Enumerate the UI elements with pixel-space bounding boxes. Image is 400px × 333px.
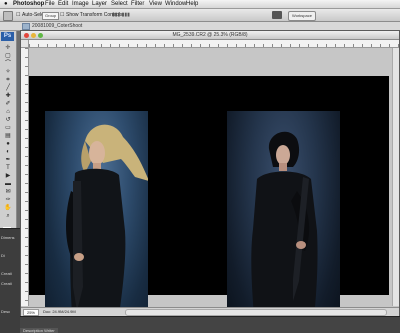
menu-bar: ● Photoshop File Edit Image Layer Select…: [0, 0, 400, 9]
gradient-icon-glyph: ▤: [5, 132, 11, 139]
healing-icon-glyph: ✚: [5, 92, 11, 99]
horizontal-ruler[interactable]: [29, 40, 399, 48]
file-path-label[interactable]: 20081009_CoterShoot: [32, 22, 82, 30]
auto-select-checkbox[interactable]: ☐: [16, 9, 20, 21]
minimize-window-icon[interactable]: [31, 33, 36, 38]
menu-app-name[interactable]: Photoshop: [13, 0, 44, 8]
zoom-level-field[interactable]: 25%: [23, 309, 39, 316]
menu-view[interactable]: View: [149, 0, 162, 8]
zoom-window-icon[interactable]: [38, 33, 43, 38]
path-select-icon-glyph: ▶: [5, 172, 11, 179]
healing-icon[interactable]: ✚: [3, 92, 13, 100]
eyedropper-icon-glyph: ✑: [5, 196, 11, 203]
dodge-icon[interactable]: ◐: [3, 148, 13, 156]
close-window-icon[interactable]: [24, 33, 29, 38]
history-brush-icon-glyph: ↺: [5, 116, 11, 123]
menu-help[interactable]: Help: [186, 0, 198, 8]
shape-icon[interactable]: ▬: [3, 180, 13, 188]
document-size-info[interactable]: Doc: 24.9M/24.9M: [43, 308, 76, 316]
document-window: MG_2539.CR2 @ 25.3% (RGB/8) 25% Doc: 24.…: [20, 30, 400, 330]
crop-icon-glyph: ⌗: [6, 76, 10, 83]
zoom-icon-glyph: ⌕: [6, 212, 10, 219]
document-title: MG_2539.CR2 @ 25.3% (RGB/8): [172, 32, 248, 38]
move-tool-preset-icon[interactable]: [3, 11, 13, 21]
pen-icon-glyph: ✒: [5, 156, 11, 163]
move-icon-glyph: ✛: [5, 44, 11, 51]
panel-label-creator-2[interactable]: Creati: [1, 281, 12, 286]
image-canvas[interactable]: [29, 76, 389, 330]
eyedropper-icon[interactable]: ✑: [3, 196, 13, 204]
stamp-icon[interactable]: ⌂: [3, 108, 13, 116]
vertical-ruler[interactable]: [21, 48, 29, 306]
type-icon-glyph: T: [6, 164, 10, 171]
horizontal-scrollbar[interactable]: [125, 309, 387, 316]
woman-dark-hair-figure-icon: [251, 131, 318, 330]
pen-icon[interactable]: ✒: [3, 156, 13, 164]
move-icon[interactable]: ✛: [3, 44, 13, 52]
workspace-icon[interactable]: [272, 11, 282, 19]
menu-edit[interactable]: Edit: [58, 0, 68, 8]
photoshop-logo-icon: Ps: [1, 32, 14, 41]
magic-wand-icon-glyph: ✧: [5, 68, 11, 75]
align-icons[interactable]: ▮▮▮ ▮▮▮: [112, 9, 130, 21]
left-panel-dock: Dimens Di Creati Creati Desc: [0, 228, 20, 333]
shape-icon-glyph: ▬: [5, 180, 11, 187]
marquee-icon[interactable]: ▢: [3, 52, 13, 60]
magic-wand-icon[interactable]: ✧: [3, 68, 13, 76]
lasso-icon[interactable]: ⌒: [3, 60, 13, 68]
notes-icon[interactable]: ✉: [3, 188, 13, 196]
show-transform-checkbox[interactable]: ☐: [60, 9, 64, 21]
notes-icon-glyph: ✉: [5, 188, 11, 195]
menu-image[interactable]: Image: [72, 0, 89, 8]
brush-icon-glyph: ✐: [5, 100, 11, 107]
blur-icon-glyph: ●: [6, 140, 10, 147]
stamp-icon-glyph: ⌂: [6, 108, 10, 115]
ruler-origin[interactable]: [21, 40, 29, 48]
history-brush-icon[interactable]: ↺: [3, 116, 13, 124]
zoom-icon[interactable]: ⌕: [3, 212, 13, 220]
brush-icon[interactable]: ✐: [3, 100, 13, 108]
lasso-icon-glyph: ⌒: [4, 60, 11, 67]
options-bar: ☐ Auto-Select Group ☐ Show Transform Con…: [0, 9, 400, 22]
menu-select[interactable]: Select: [111, 0, 128, 8]
marquee-icon-glyph: ▢: [5, 52, 11, 59]
gradient-icon[interactable]: ▤: [3, 132, 13, 140]
auto-select-dropdown[interactable]: Group: [42, 12, 60, 20]
photo-woman-blonde: [45, 111, 148, 330]
bottom-panel-strip: Description Writer: [20, 316, 400, 333]
panel-label-creator-1[interactable]: Creati: [1, 271, 12, 276]
woman-blonde-figure-icon: [66, 124, 148, 330]
menu-window[interactable]: Window: [165, 0, 186, 8]
type-icon[interactable]: T: [3, 164, 13, 172]
panel-label-di[interactable]: Di: [1, 253, 5, 258]
panel-label-description[interactable]: Desc: [1, 309, 10, 314]
eraser-icon-glyph: ▭: [5, 124, 11, 131]
dodge-icon-glyph: ◐: [6, 148, 10, 155]
crop-icon[interactable]: ⌗: [3, 76, 13, 84]
menu-layer[interactable]: Layer: [92, 0, 107, 8]
menu-filter[interactable]: Filter: [131, 0, 144, 8]
path-select-icon[interactable]: ▶: [3, 172, 13, 180]
document-title-bar[interactable]: MG_2539.CR2 @ 25.3% (RGB/8): [21, 31, 399, 40]
slice-icon-glyph: ╱: [6, 84, 10, 91]
eraser-icon[interactable]: ▭: [3, 124, 13, 132]
apple-menu-icon[interactable]: ●: [4, 0, 8, 8]
document-status-bar: 25% Doc: 24.9M/24.9M: [21, 307, 399, 316]
panel-label-dimensions[interactable]: Dimens: [1, 235, 15, 240]
description-writer-tab[interactable]: Description Writer: [20, 328, 58, 333]
hand-icon[interactable]: ✋: [3, 204, 13, 212]
hand-icon-glyph: ✋: [4, 204, 12, 211]
vertical-scrollbar[interactable]: [392, 48, 399, 306]
blur-icon[interactable]: ●: [3, 140, 13, 148]
folder-icon: [22, 23, 30, 30]
menu-file[interactable]: File: [45, 0, 55, 8]
photo-woman-dark-hair: [227, 111, 340, 330]
workspace-button[interactable]: Workspace: [288, 11, 316, 21]
slice-icon[interactable]: ╱: [3, 84, 13, 92]
